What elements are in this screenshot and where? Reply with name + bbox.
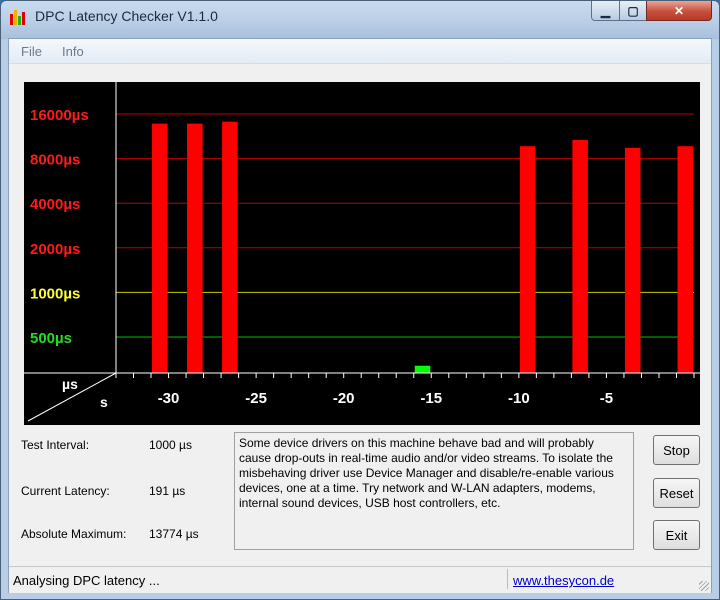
latency-bar: [572, 139, 588, 373]
y-tick-label: 8000µs: [30, 152, 80, 169]
y-tick-label: 4000µs: [30, 196, 80, 213]
x-tick-label: -25: [245, 390, 267, 407]
latency-bar: [677, 146, 693, 373]
minimize-button[interactable]: ▁: [591, 1, 620, 21]
latency-graph: 16000µs 8000µs 4000µs 2000µs 1000µs 500µs µs s -…: [24, 82, 700, 425]
latency-chart: 16000µs 8000µs 4000µs 2000µs 1000µs 500µs µs s -…: [24, 82, 700, 422]
y-tick-label: 500µs: [30, 330, 72, 347]
stats-panel: Test Interval: 1000 µs Current Latency: …: [21, 434, 231, 554]
test-interval-value: 1000 µs: [149, 438, 192, 452]
stop-button[interactable]: Stop: [653, 435, 700, 465]
close-button[interactable]: ✕: [646, 1, 712, 21]
status-bar: Analysing DPC latency ... www.thesycon.d…: [9, 566, 711, 593]
menu-info[interactable]: Info: [62, 44, 84, 59]
diagnostic-message: Some device drivers on this machine beha…: [234, 432, 634, 550]
close-icon: ✕: [673, 3, 685, 18]
app-window: DPC Latency Checker V1.1.0 ▁ ▢ ✕ File In…: [0, 0, 720, 600]
latency-bar: [624, 147, 641, 373]
x-unit-label: s: [100, 394, 108, 410]
y-unit-label: µs: [62, 376, 78, 392]
latency-bar: [414, 365, 431, 373]
status-text: Analysing DPC latency ...: [13, 573, 160, 588]
absolute-maximum-label: Absolute Maximum:: [21, 527, 127, 541]
title-bar[interactable]: DPC Latency Checker V1.1.0 ▁ ▢ ✕: [1, 1, 719, 33]
menu-file[interactable]: File: [21, 44, 42, 59]
menu-bar: File Info: [9, 39, 711, 64]
x-tick-label: -5: [600, 390, 613, 407]
status-divider: [507, 569, 508, 589]
x-tick-label: -30: [158, 390, 180, 407]
test-interval-label: Test Interval:: [21, 438, 90, 452]
current-latency-label: Current Latency:: [21, 484, 110, 498]
exit-button[interactable]: Exit: [653, 520, 700, 550]
latency-bar: [519, 146, 536, 373]
minimize-icon: ▁: [600, 3, 611, 18]
window-title: DPC Latency Checker V1.1.0: [35, 8, 218, 24]
x-tick-label: -15: [420, 390, 442, 407]
latency-bar: [152, 123, 168, 373]
y-tick-label: 2000µs: [30, 241, 80, 258]
reset-button[interactable]: Reset: [653, 478, 700, 508]
maximize-icon: ▢: [627, 3, 639, 18]
latency-bar: [222, 121, 238, 373]
current-latency-value: 191 µs: [149, 484, 186, 498]
y-tick-label: 1000µs: [30, 285, 80, 302]
website-link[interactable]: www.thesycon.de: [513, 573, 614, 588]
resize-grip-icon[interactable]: [699, 581, 709, 591]
maximize-button[interactable]: ▢: [619, 1, 647, 21]
y-tick-label: 16000µs: [30, 107, 89, 124]
absolute-maximum-value: 13774 µs: [149, 527, 199, 541]
app-icon: [10, 10, 25, 25]
x-tick-label: -20: [333, 390, 355, 407]
latency-bar: [187, 123, 203, 373]
x-tick-label: -10: [508, 390, 530, 407]
client-area: File Info 16000µs 8000µs 4000µs 2000µs 1000µ…: [8, 38, 712, 593]
